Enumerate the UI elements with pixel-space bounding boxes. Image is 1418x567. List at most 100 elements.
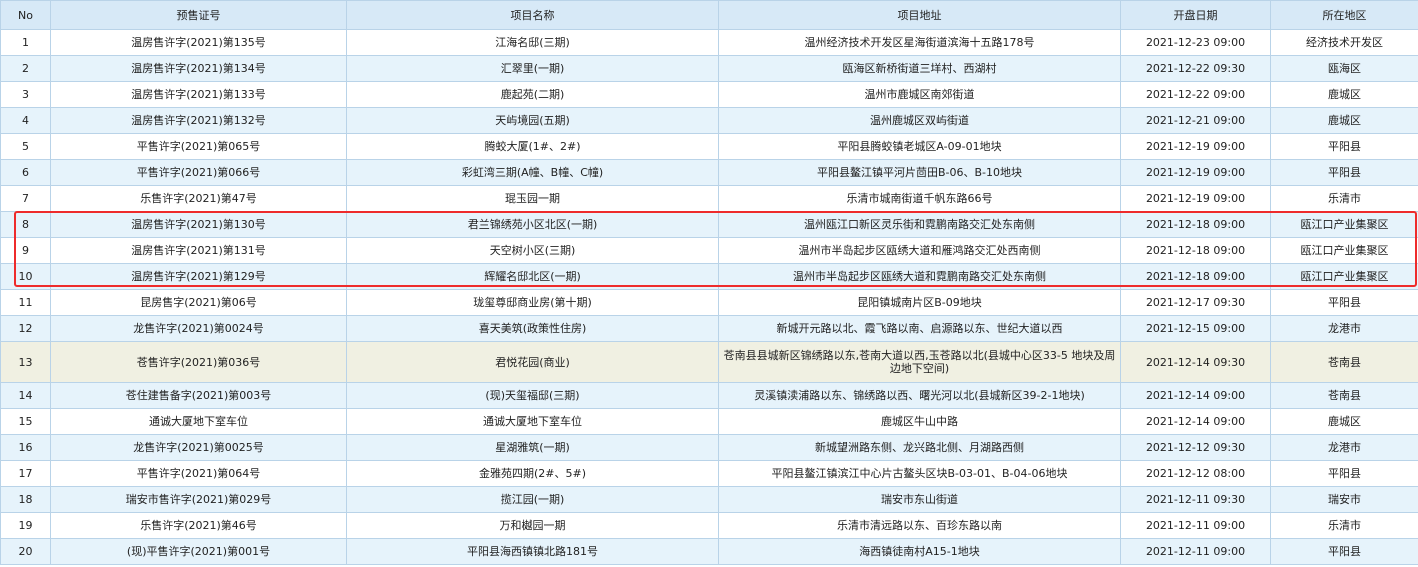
- column-header-permit[interactable]: 预售证号: [50, 0, 347, 30]
- cell-date: 2021-12-17 09:30: [1120, 289, 1271, 316]
- cell-no: 7: [0, 185, 51, 212]
- cell-project: 金雅苑四期(2#、5#): [346, 460, 719, 487]
- cell-project: 通诚大厦地下室车位: [346, 408, 719, 435]
- cell-date: 2021-12-19 09:00: [1120, 159, 1271, 186]
- cell-address: 温州经济技术开发区星海街道滨海十五路178号: [718, 29, 1121, 56]
- cell-district: 苍南县: [1270, 341, 1418, 383]
- cell-address: 灵溪镇渎浦路以东、锦绣路以西、曙光河以北(县城新区39-2-1地块): [718, 382, 1121, 409]
- cell-project: 平阳县海西镇镇北路181号: [346, 538, 719, 565]
- cell-permit: (现)平售许字(2021)第001号: [50, 538, 347, 565]
- cell-permit: 平售许字(2021)第064号: [50, 460, 347, 487]
- cell-district: 平阳县: [1270, 460, 1418, 487]
- cell-permit: 平售许字(2021)第065号: [50, 133, 347, 160]
- cell-date: 2021-12-23 09:00: [1120, 29, 1271, 56]
- table-row[interactable]: 2 温房售许字(2021)第134号 汇翠里(一期) 瓯海区新桥街道三垟村、西湖村 20…: [0, 55, 1418, 82]
- cell-permit: 苍售许字(2021)第036号: [50, 341, 347, 383]
- cell-address: 温州鹿城区双屿街道: [718, 107, 1121, 134]
- table-row[interactable]: 10 温房售许字(2021)第129号 辉耀名邸北区(一期) 温州市半岛起步区瓯绣大道…: [0, 263, 1418, 290]
- table-body: 1 温房售许字(2021)第135号 江海名邸(三期) 温州经济技术开发区星海街道滨海…: [0, 29, 1418, 565]
- cell-project: 珑玺尊邸商业房(第十期): [346, 289, 719, 316]
- cell-permit: 龙售许字(2021)第0025号: [50, 434, 347, 461]
- cell-district: 鹿城区: [1270, 408, 1418, 435]
- column-header-project[interactable]: 项目名称: [346, 0, 719, 30]
- cell-district: 乐清市: [1270, 185, 1418, 212]
- cell-address: 海西镇徒南村A15-1地块: [718, 538, 1121, 565]
- presale-permit-table: No 预售证号 项目名称 项目地址 开盘日期 所在地区 1 温房售许字(2021)…: [0, 0, 1418, 565]
- table-row[interactable]: 11 昆房售字(2021)第06号 珑玺尊邸商业房(第十期) 昆阳镇城南片区B-09地…: [0, 289, 1418, 316]
- cell-no: 1: [0, 29, 51, 56]
- cell-address: 温州市半岛起步区瓯绣大道和雁鸿路交汇处西南侧: [718, 237, 1121, 264]
- table-row[interactable]: 17 平售许字(2021)第064号 金雅苑四期(2#、5#) 平阳县鳌江镇滨江中心片…: [0, 460, 1418, 487]
- cell-permit: 龙售许字(2021)第0024号: [50, 315, 347, 342]
- cell-district: 龙港市: [1270, 315, 1418, 342]
- column-header-no[interactable]: No: [0, 0, 51, 30]
- cell-no: 10: [0, 263, 51, 290]
- cell-date: 2021-12-12 08:00: [1120, 460, 1271, 487]
- table-row[interactable]: 13 苍售许字(2021)第036号 君悦花园(商业) 苍南县县城新区锦绣路以东,苍南…: [0, 341, 1418, 383]
- cell-date: 2021-12-22 09:00: [1120, 81, 1271, 108]
- cell-project: 江海名邸(三期): [346, 29, 719, 56]
- cell-permit: 温房售许字(2021)第132号: [50, 107, 347, 134]
- table-row[interactable]: 7 乐售许字(2021)第47号 琨玉园一期 乐清市城南街道千帆东路66号 2021-1…: [0, 185, 1418, 212]
- cell-district: 经济技术开发区: [1270, 29, 1418, 56]
- cell-district: 瓯海区: [1270, 55, 1418, 82]
- cell-no: 9: [0, 237, 51, 264]
- cell-address: 平阳县鳌江镇平河片茴田B-06、B-10地块: [718, 159, 1121, 186]
- table-row[interactable]: 20 (现)平售许字(2021)第001号 平阳县海西镇镇北路181号 海西镇徒南村A…: [0, 538, 1418, 565]
- column-header-district[interactable]: 所在地区: [1270, 0, 1418, 30]
- cell-no: 13: [0, 341, 51, 383]
- cell-district: 平阳县: [1270, 133, 1418, 160]
- cell-address: 温州市半岛起步区瓯绣大道和霓鹏南路交汇处东南侧: [718, 263, 1121, 290]
- cell-date: 2021-12-21 09:00: [1120, 107, 1271, 134]
- cell-project: 万和樾园一期: [346, 512, 719, 539]
- cell-address: 鹿城区牛山中路: [718, 408, 1121, 435]
- column-header-date[interactable]: 开盘日期: [1120, 0, 1271, 30]
- cell-date: 2021-12-19 09:00: [1120, 185, 1271, 212]
- table-row[interactable]: 4 温房售许字(2021)第132号 天屿境园(五期) 温州鹿城区双屿街道 2021-1…: [0, 107, 1418, 134]
- cell-permit: 瑞安市售许字(2021)第029号: [50, 486, 347, 513]
- table-row[interactable]: 14 苍住建售备字(2021)第003号 (现)天玺福邸(三期) 灵溪镇渎浦路以东、锦…: [0, 382, 1418, 409]
- table-row[interactable]: 6 平售许字(2021)第066号 彩虹湾三期(A幢、B幢、C幢) 平阳县鳌江镇平河片…: [0, 159, 1418, 186]
- cell-date: 2021-12-11 09:30: [1120, 486, 1271, 513]
- cell-district: 瑞安市: [1270, 486, 1418, 513]
- cell-no: 5: [0, 133, 51, 160]
- cell-project: 星湖雅筑(一期): [346, 434, 719, 461]
- cell-date: 2021-12-15 09:00: [1120, 315, 1271, 342]
- cell-address: 昆阳镇城南片区B-09地块: [718, 289, 1121, 316]
- table-row[interactable]: 16 龙售许字(2021)第0025号 星湖雅筑(一期) 新城望洲路东侧、龙兴路北侧、…: [0, 434, 1418, 461]
- cell-date: 2021-12-19 09:00: [1120, 133, 1271, 160]
- table-row[interactable]: 9 温房售许字(2021)第131号 天空树小区(三期) 温州市半岛起步区瓯绣大道和雁…: [0, 237, 1418, 264]
- column-header-address[interactable]: 项目地址: [718, 0, 1121, 30]
- table-row[interactable]: 3 温房售许字(2021)第133号 鹿起苑(二期) 温州市鹿城区南郊街道 2021-1…: [0, 81, 1418, 108]
- cell-date: 2021-12-14 09:00: [1120, 382, 1271, 409]
- cell-address: 平阳县鳌江镇滨江中心片古鳌头区块B-03-01、B-04-06地块: [718, 460, 1121, 487]
- cell-permit: 温房售许字(2021)第130号: [50, 211, 347, 238]
- cell-district: 鹿城区: [1270, 107, 1418, 134]
- cell-district: 平阳县: [1270, 159, 1418, 186]
- table-row[interactable]: 19 乐售许字(2021)第46号 万和樾园一期 乐清市清远路以东、百珍东路以南 202…: [0, 512, 1418, 539]
- cell-date: 2021-12-12 09:30: [1120, 434, 1271, 461]
- cell-project: 君兰锦绣苑小区北区(一期): [346, 211, 719, 238]
- cell-permit: 温房售许字(2021)第134号: [50, 55, 347, 82]
- cell-permit: 乐售许字(2021)第46号: [50, 512, 347, 539]
- cell-project: 腾蛟大厦(1#、2#): [346, 133, 719, 160]
- cell-project: 天屿境园(五期): [346, 107, 719, 134]
- table-row[interactable]: 1 温房售许字(2021)第135号 江海名邸(三期) 温州经济技术开发区星海街道滨海…: [0, 29, 1418, 56]
- cell-district: 龙港市: [1270, 434, 1418, 461]
- table-row[interactable]: 8 温房售许字(2021)第130号 君兰锦绣苑小区北区(一期) 温州瓯江口新区灵乐街…: [0, 211, 1418, 238]
- table-row[interactable]: 5 平售许字(2021)第065号 腾蛟大厦(1#、2#) 平阳县腾蛟镇老城区A-09…: [0, 133, 1418, 160]
- cell-date: 2021-12-14 09:30: [1120, 341, 1271, 383]
- table-header-row: No 预售证号 项目名称 项目地址 开盘日期 所在地区: [0, 0, 1418, 30]
- table-row[interactable]: 18 瑞安市售许字(2021)第029号 揽江园(一期) 瑞安市东山街道 2021-12…: [0, 486, 1418, 513]
- cell-district: 瓯江口产业集聚区: [1270, 263, 1418, 290]
- table-row[interactable]: 15 通诚大厦地下室车位 通诚大厦地下室车位 鹿城区牛山中路 2021-12-14 09…: [0, 408, 1418, 435]
- cell-address: 温州瓯江口新区灵乐街和霓鹏南路交汇处东南侧: [718, 211, 1121, 238]
- cell-no: 4: [0, 107, 51, 134]
- cell-no: 11: [0, 289, 51, 316]
- cell-address: 乐清市清远路以东、百珍东路以南: [718, 512, 1121, 539]
- table-row[interactable]: 12 龙售许字(2021)第0024号 喜天美筑(政策性住房) 新城开元路以北、霞飞路…: [0, 315, 1418, 342]
- cell-district: 瓯江口产业集聚区: [1270, 211, 1418, 238]
- cell-project: 揽江园(一期): [346, 486, 719, 513]
- cell-no: 15: [0, 408, 51, 435]
- cell-no: 3: [0, 81, 51, 108]
